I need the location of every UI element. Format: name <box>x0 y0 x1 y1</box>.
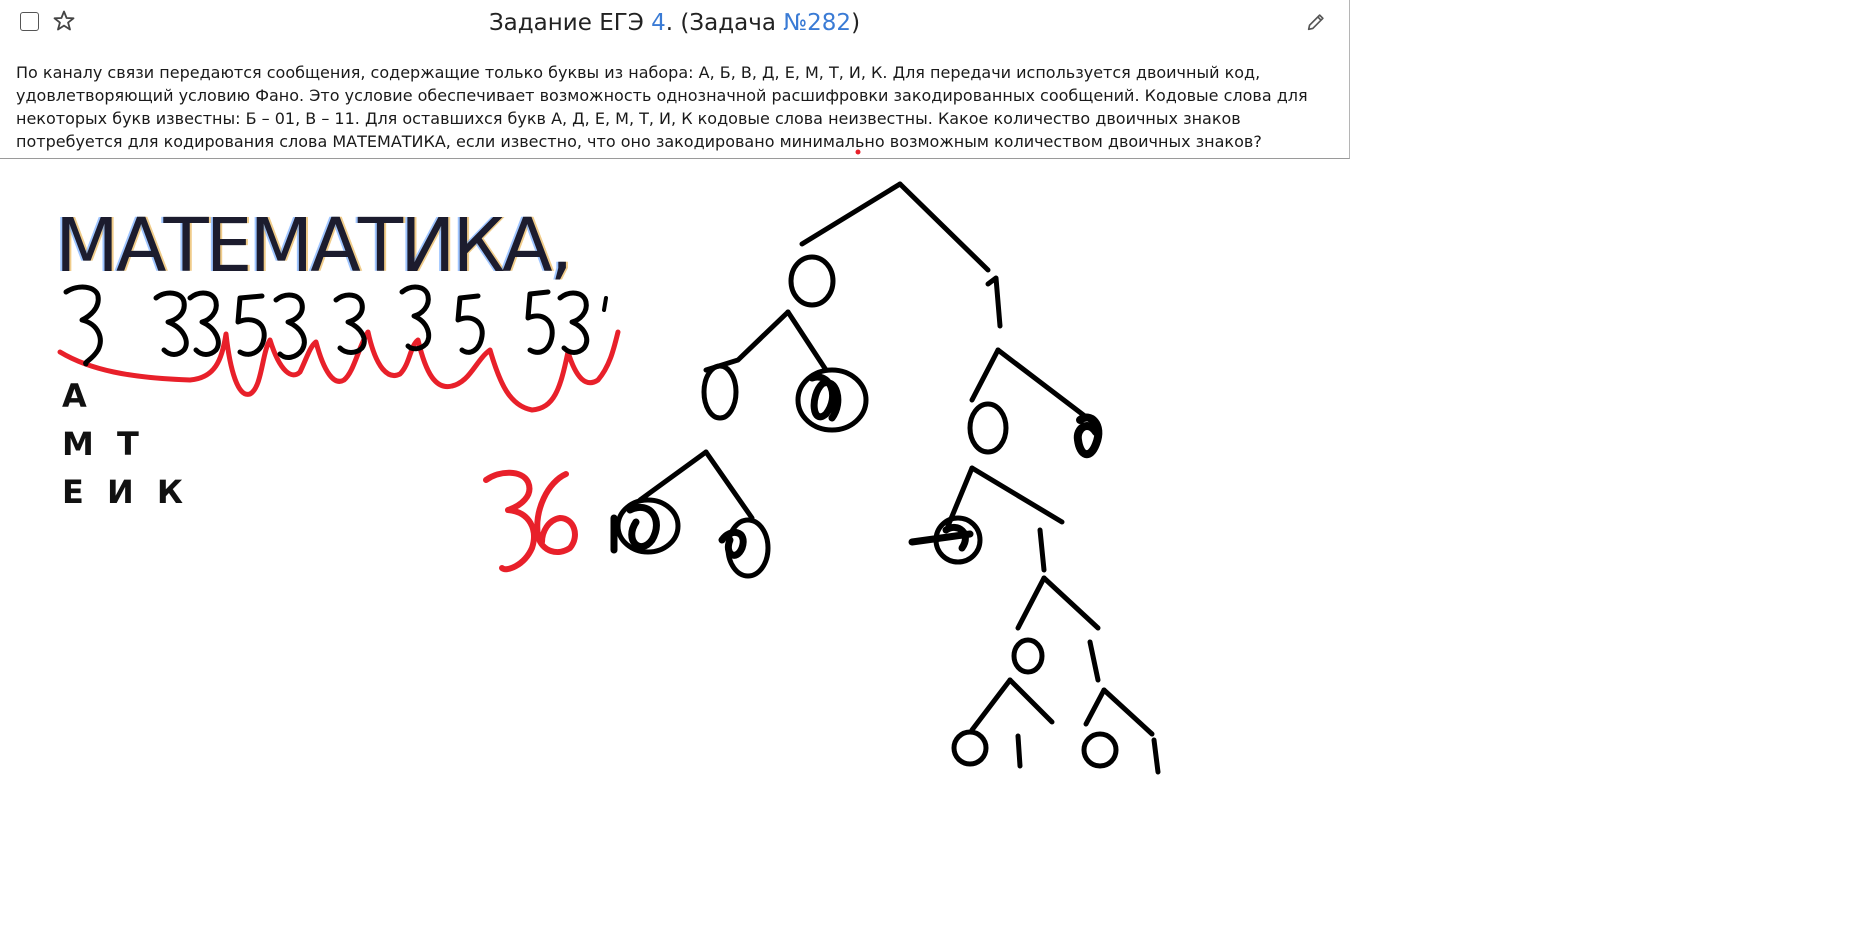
tree-label-0-leaf-a <box>951 729 989 767</box>
tree-nodes <box>610 254 1161 775</box>
tree-label-1-root-right <box>985 275 1003 329</box>
tree-node-filled-b <box>1073 413 1103 458</box>
comma-mark <box>602 296 608 312</box>
digit-3-a <box>63 284 103 367</box>
digit-3-g <box>557 290 590 355</box>
digit-3-b <box>153 290 189 357</box>
tree-label-0-lower <box>1011 637 1045 675</box>
tree-label-1-mid <box>1037 527 1047 573</box>
tree-node-filled-d <box>725 517 771 579</box>
tree-label-1-leaf-b <box>1151 737 1161 775</box>
digit-3-d <box>273 292 307 360</box>
tree-edges <box>637 181 1155 737</box>
digit-3-c <box>187 290 221 357</box>
red-dot <box>855 149 861 155</box>
tree-node-left-0 <box>701 363 739 421</box>
tree-label-1-leaf-a <box>1015 733 1023 769</box>
answer-digit-6 <box>534 471 578 555</box>
digit-5-a <box>235 293 267 357</box>
drawing-canvas[interactable] <box>0 0 1853 935</box>
digit-5-c <box>525 289 555 355</box>
tree-label-0-leaf-b <box>1081 731 1119 769</box>
answer-digit-3 <box>483 469 537 573</box>
digit-5-b <box>455 293 485 355</box>
tree-label-0-root-left <box>788 254 836 308</box>
red-brace-underline <box>57 329 621 413</box>
tree-label-0-right-branch <box>967 401 1009 455</box>
